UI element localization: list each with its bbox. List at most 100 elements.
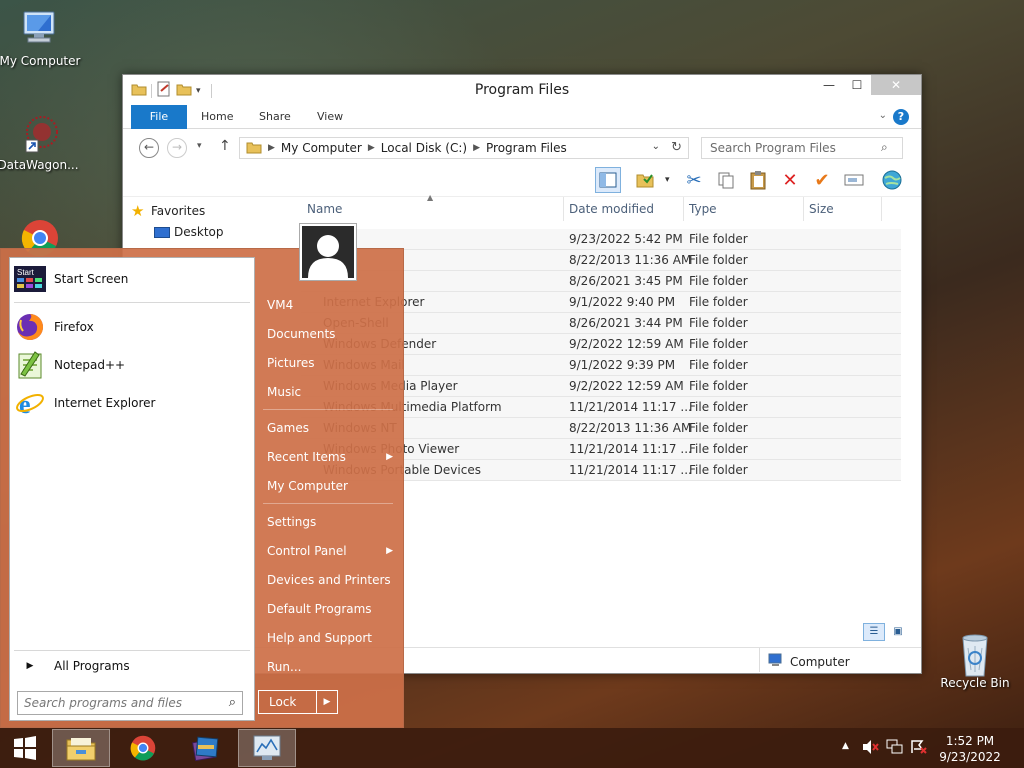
globe-icon[interactable] (879, 167, 905, 193)
maximize-button[interactable]: ☐ (843, 75, 871, 95)
close-button[interactable]: ✕ (871, 75, 921, 95)
details-view-icon[interactable]: ☰ (863, 623, 885, 641)
program-start-screen[interactable]: Start Start Screen (14, 260, 250, 298)
start-link-default-programs[interactable]: Default Programs (267, 599, 397, 619)
archive-icon (192, 736, 219, 762)
nav-item-favorites[interactable]: ★ Favorites (131, 201, 291, 222)
address-row: ← → ▾ ↑ ▶ My Computer ▶ Local Disk (C:) … (123, 129, 921, 163)
show-hidden-icons-chevron-icon[interactable]: ▲ (842, 741, 849, 751)
taskbar-chrome[interactable] (114, 729, 172, 767)
firefox-icon (14, 311, 46, 343)
view-switcher: ☰ ▣ (863, 623, 909, 641)
datawagon-icon (16, 114, 60, 154)
help-icon[interactable]: ? (893, 109, 909, 125)
start-link-music[interactable]: Music (267, 382, 397, 402)
nav-item-desktop[interactable]: Desktop (131, 222, 291, 243)
status-location-label: Computer (790, 654, 850, 669)
start-search-input[interactable]: Search programs and files ⌕ (17, 691, 243, 715)
start-link-run[interactable]: Run... (267, 657, 397, 677)
file-type: File folder (689, 400, 748, 414)
start-link-vm4[interactable]: VM4 (267, 295, 397, 315)
lock-button[interactable]: Lock ▶ (258, 690, 338, 714)
table-row[interactable]: 9/23/2022 5:42 PM File folder (301, 229, 901, 250)
recent-locations-chevron-icon[interactable]: ▾ (197, 141, 202, 151)
desktop-icon-label: My Computer (0, 54, 81, 68)
clock[interactable]: 1:52 PM 9/23/2022 (930, 733, 1010, 765)
folder-options-icon[interactable] (633, 167, 659, 193)
svg-text:e: e (19, 390, 31, 418)
search-icon[interactable]: ⌕ (881, 140, 888, 155)
search-icon[interactable]: ⌕ (229, 695, 236, 710)
column-header-size[interactable]: Size (809, 202, 834, 216)
user-avatar[interactable] (300, 224, 356, 280)
address-bar[interactable]: ▶ My Computer ▶ Local Disk (C:) ▶ Progra… (239, 137, 689, 159)
column-header-type[interactable]: Type (689, 202, 717, 216)
cut-icon[interactable]: ✂ (681, 167, 707, 193)
start-link-my-computer[interactable]: My Computer (267, 476, 397, 496)
chevron-down-icon[interactable]: ⌄ (879, 110, 887, 121)
start-link-label: Default Programs (267, 602, 372, 616)
tab-home[interactable]: Home (201, 105, 233, 129)
clock-time: 1:52 PM (945, 734, 995, 748)
forward-button[interactable]: → (167, 138, 187, 158)
start-link-control-panel[interactable]: Control Panel ▶ (267, 541, 397, 561)
breadcrumb-local-disk[interactable]: Local Disk (C:) (381, 141, 467, 155)
breadcrumb-my-computer[interactable]: My Computer (281, 141, 362, 155)
volume-muted-icon[interactable] (862, 739, 880, 758)
up-arrow-icon[interactable]: ↑ (219, 138, 231, 154)
preview-pane-icon[interactable] (595, 167, 621, 193)
shutdown-options-chevron-icon[interactable]: ▶ (316, 691, 337, 713)
start-link-documents[interactable]: Documents (267, 324, 397, 344)
back-button[interactable]: ← (139, 138, 159, 158)
start-link-games[interactable]: Games (267, 418, 397, 438)
file-type: File folder (689, 274, 748, 288)
start-link-devices-and-printers[interactable]: Devices and Printers (267, 570, 397, 590)
checkmark-icon[interactable]: ✔ (809, 167, 835, 193)
internet-explorer-icon: e (14, 387, 46, 419)
copy-icon[interactable] (713, 167, 739, 193)
start-link-label: Devices and Printers (267, 573, 391, 587)
tab-view[interactable]: View (317, 105, 343, 129)
program-label: Internet Explorer (54, 396, 156, 410)
taskbar-archive[interactable] (176, 729, 234, 767)
program-firefox[interactable]: Firefox (14, 308, 250, 346)
large-icons-view-icon[interactable]: ▣ (887, 623, 909, 641)
breadcrumb-program-files[interactable]: Program Files (486, 141, 567, 155)
start-link-help-and-support[interactable]: Help and Support (267, 628, 397, 648)
network-icon[interactable] (886, 739, 904, 758)
delete-icon[interactable]: ✕ (777, 167, 803, 193)
star-icon: ★ (131, 202, 145, 220)
all-programs-button[interactable]: ▶ All Programs (14, 654, 250, 678)
column-header-name[interactable]: Name (307, 202, 342, 216)
start-link-recent-items[interactable]: Recent Items ▶ (267, 447, 397, 467)
rename-icon[interactable] (841, 167, 867, 193)
minimize-button[interactable]: — (815, 75, 843, 95)
address-dropdown-icon[interactable]: ⌄ (652, 141, 660, 152)
chevron-down-icon[interactable]: ▾ (665, 175, 670, 185)
search-input[interactable]: Search Program Files (701, 137, 903, 159)
program-label: Notepad++ (54, 358, 126, 372)
window-title: Program Files (474, 82, 570, 98)
title-bar[interactable]: ▾ Program Files — ☐ ✕ (123, 75, 921, 105)
tab-file[interactable]: File (131, 105, 187, 129)
breadcrumb-separator-icon: ▶ (268, 143, 275, 153)
computer-icon (18, 10, 62, 50)
start-button[interactable] (0, 729, 50, 767)
start-link-label: My Computer (267, 479, 348, 493)
program-internet-explorer[interactable]: e Internet Explorer (14, 384, 250, 422)
program-notepadpp[interactable]: Notepad++ (14, 346, 250, 384)
start-link-pictures[interactable]: Pictures (267, 353, 397, 373)
column-header-date[interactable]: Date modified (569, 202, 654, 216)
desktop-icon-my-computer[interactable]: My Computer (0, 10, 82, 68)
desktop-icon-recycle-bin[interactable]: Recycle Bin (933, 630, 1017, 690)
taskbar-system-monitor[interactable] (238, 729, 296, 767)
desktop-icon-datawagon[interactable]: DataWagon... (0, 114, 80, 172)
ribbon-tabs: File Home Share View ⌄ ? (123, 105, 921, 129)
tab-share[interactable]: Share (259, 105, 291, 129)
start-link-settings[interactable]: Settings (267, 512, 397, 532)
paste-icon[interactable] (745, 167, 771, 193)
taskbar-file-explorer[interactable] (52, 729, 110, 767)
refresh-icon[interactable]: ↻ (671, 140, 682, 155)
action-center-icon[interactable] (910, 739, 928, 758)
all-programs-label: All Programs (54, 659, 130, 673)
